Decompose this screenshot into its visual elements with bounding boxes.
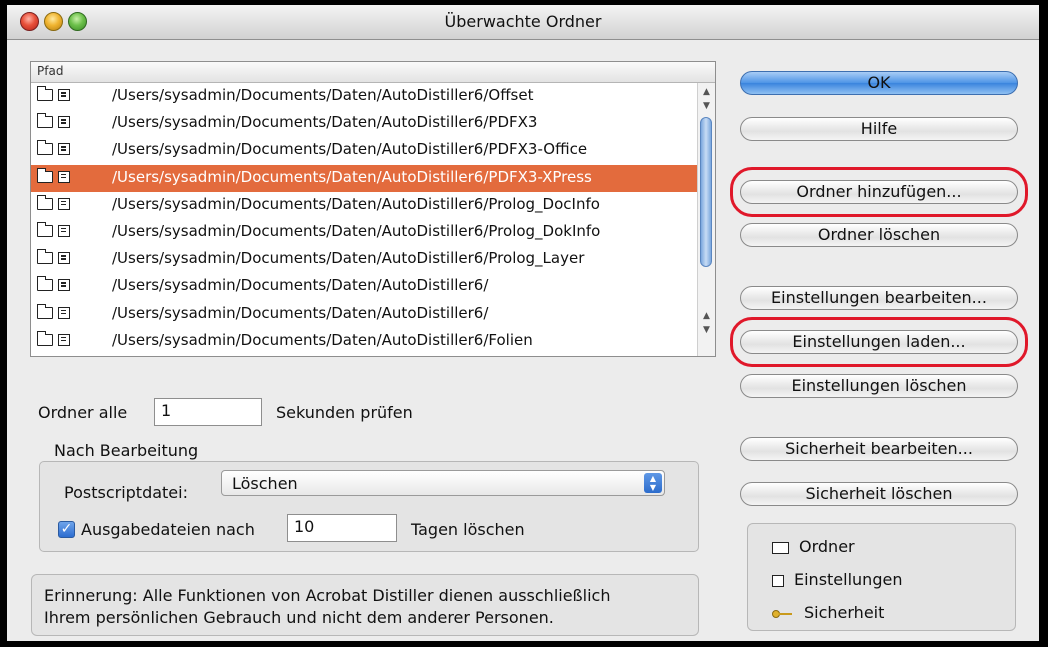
chevron-up-icon[interactable]: ▲ <box>698 309 715 323</box>
folder-path: /Users/sysadmin/Documents/Daten/AutoDist… <box>112 330 533 349</box>
folder-rows: /Users/sysadmin/Documents/Daten/AutoDist… <box>31 83 697 355</box>
folder-icon <box>36 167 53 183</box>
interval-prefix-label: Ordner alle <box>38 403 128 422</box>
delete-settings-button[interactable]: Einstellungen löschen <box>740 374 1018 398</box>
folder-path: /Users/sysadmin/Documents/Daten/AutoDist… <box>112 303 489 322</box>
folder-path: /Users/sysadmin/Documents/Daten/AutoDist… <box>112 249 585 268</box>
list-item[interactable]: /Users/sysadmin/Documents/Daten/AutoDist… <box>31 164 697 192</box>
legend-settings-label: Einstellungen <box>794 570 903 589</box>
legend-row-security: Sicherheit <box>772 603 884 622</box>
settings-icon <box>58 279 70 292</box>
folder-path: /Users/sysadmin/Documents/Daten/AutoDist… <box>112 86 534 104</box>
days-suffix-label: Tagen löschen <box>411 520 525 539</box>
days-input[interactable]: 10 <box>287 514 397 542</box>
folder-icon <box>36 194 53 210</box>
folder-icon <box>36 221 53 237</box>
delete-security-button[interactable]: Sicherheit löschen <box>740 482 1018 506</box>
interval-seconds-input[interactable]: 1 <box>154 398 262 426</box>
delete-folder-button[interactable]: Ordner löschen <box>740 223 1018 247</box>
settings-icon <box>58 143 70 156</box>
chevron-down-icon[interactable]: ▼ <box>698 99 715 113</box>
list-scrollbar[interactable]: ▲ ▼ ▲ ▼ <box>697 83 715 356</box>
legend-folder-label: Ordner <box>799 537 855 556</box>
select-stepper-icon[interactable]: ▲ ▼ <box>644 473 662 493</box>
window-title: Überwachte Ordner <box>444 12 602 31</box>
list-item[interactable]: /Users/sysadmin/Documents/Daten/AutoDist… <box>31 192 697 219</box>
settings-icon <box>58 306 70 319</box>
list-header[interactable]: Pfad <box>31 62 715 83</box>
column-header-path[interactable]: Pfad <box>37 64 63 78</box>
folder-icon <box>36 113 53 129</box>
settings-icon <box>58 252 70 265</box>
chevron-up-icon[interactable]: ▲ <box>698 85 715 99</box>
settings-icon <box>58 170 70 183</box>
help-button[interactable]: Hilfe <box>740 117 1018 141</box>
postscript-label: Postscriptdatei: <box>64 483 188 502</box>
settings-icon <box>58 116 70 129</box>
list-item[interactable]: /Users/sysadmin/Documents/Daten/AutoDist… <box>31 273 697 300</box>
settings-icon <box>58 89 70 101</box>
edit-settings-button[interactable]: Einstellungen bearbeiten... <box>740 286 1018 310</box>
settings-icon <box>58 224 70 237</box>
scrollbar-thumb[interactable] <box>700 117 712 267</box>
edit-security-button[interactable]: Sicherheit bearbeiten... <box>740 437 1018 461</box>
watched-folder-list[interactable]: Pfad /Users/sysadmin/Documents/Daten/Aut… <box>30 61 716 357</box>
interval-suffix-label: Sekunden prüfen <box>276 403 413 422</box>
after-processing-title: Nach Bearbeitung <box>54 441 199 460</box>
folder-icon <box>36 140 53 156</box>
output-checkbox-label[interactable]: Ausgabedateien nach <box>81 520 255 539</box>
notice-line-1: Erinnerung: Alle Funktionen von Acrobat … <box>44 586 611 605</box>
folder-icon <box>36 86 53 101</box>
folder-path: /Users/sysadmin/Documents/Daten/AutoDist… <box>112 221 601 240</box>
chevron-down-icon[interactable]: ▼ <box>698 323 715 337</box>
settings-icon <box>58 333 70 346</box>
output-delete-checkbox[interactable]: ✓ <box>58 521 75 538</box>
load-settings-button[interactable]: Einstellungen laden... <box>740 330 1018 354</box>
folder-icon <box>772 541 789 554</box>
legend-row-folder: Ordner <box>772 537 855 556</box>
folder-path: /Users/sysadmin/Documents/Daten/AutoDist… <box>112 276 489 295</box>
folder-icon <box>36 249 53 265</box>
notice-box: Erinnerung: Alle Funktionen von Acrobat … <box>31 574 699 636</box>
ok-button[interactable]: OK <box>740 71 1018 95</box>
list-item[interactable]: /Users/sysadmin/Documents/Daten/AutoDist… <box>31 219 697 246</box>
list-item[interactable]: /Users/sysadmin/Documents/Daten/AutoDist… <box>31 137 697 164</box>
title-bar[interactable]: Überwachte Ordner <box>7 5 1039 40</box>
settings-icon <box>58 197 70 210</box>
add-folder-button[interactable]: Ordner hinzufügen... <box>740 180 1018 204</box>
folder-path: /Users/sysadmin/Documents/Daten/AutoDist… <box>112 167 592 186</box>
list-item[interactable]: /Users/sysadmin/Documents/Daten/AutoDist… <box>31 301 697 328</box>
legend-security-label: Sicherheit <box>804 603 885 622</box>
list-item[interactable]: /Users/sysadmin/Documents/Daten/AutoDist… <box>31 328 697 355</box>
folder-path: /Users/sysadmin/Documents/Daten/AutoDist… <box>112 140 588 159</box>
postscript-select[interactable]: Löschen ▲ ▼ <box>221 470 665 496</box>
folder-icon <box>36 303 53 319</box>
legend-row-settings: Einstellungen <box>772 570 902 589</box>
list-item[interactable]: /Users/sysadmin/Documents/Daten/AutoDist… <box>31 83 697 110</box>
notice-line-2: Ihrem persönlichen Gebrauch und nicht de… <box>44 608 554 627</box>
list-item[interactable]: /Users/sysadmin/Documents/Daten/AutoDist… <box>31 246 697 273</box>
icon-legend: Ordner Einstellungen Sicherheit <box>747 523 1016 631</box>
folder-icon <box>36 330 53 346</box>
folder-path: /Users/sysadmin/Documents/Daten/AutoDist… <box>112 194 600 213</box>
folder-icon <box>36 276 53 292</box>
list-item[interactable]: /Users/sysadmin/Documents/Daten/AutoDist… <box>31 110 697 137</box>
settings-icon <box>772 574 784 587</box>
folder-path: /Users/sysadmin/Documents/Daten/AutoDist… <box>112 113 538 132</box>
checkmark-icon: ✓ <box>60 521 73 537</box>
key-icon <box>772 609 794 618</box>
postscript-select-value: Löschen <box>232 474 298 493</box>
